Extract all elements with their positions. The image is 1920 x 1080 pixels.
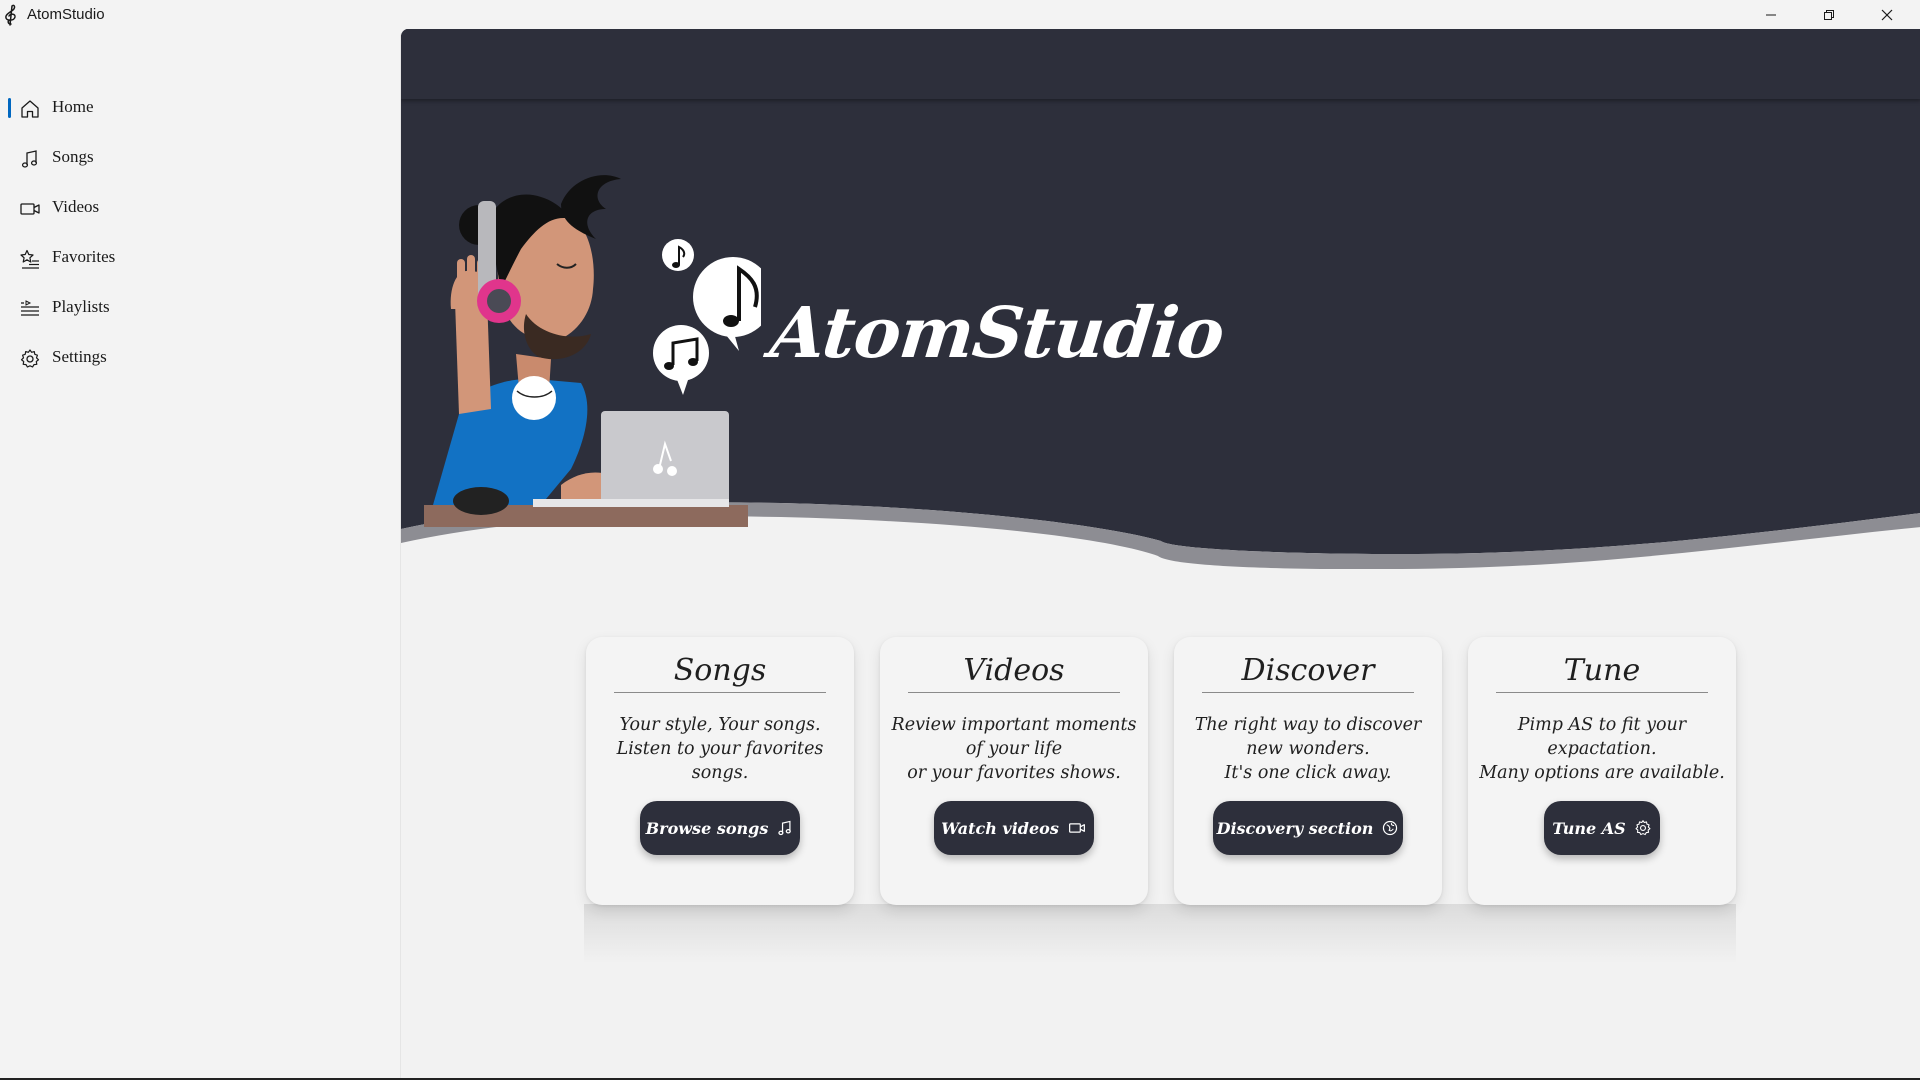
sidebar-item-home[interactable]: Home: [4, 87, 396, 129]
sidebar-item-label: Playlists: [52, 297, 110, 316]
videos-card: Videos Review important moments of your …: [880, 637, 1148, 905]
minimize-button[interactable]: [1742, 0, 1800, 29]
tune-card: Tune Pimp AS to fit your expactation. Ma…: [1468, 637, 1736, 905]
minimize-icon: [1766, 14, 1776, 15]
sidebar-item-songs[interactable]: Songs: [4, 137, 396, 179]
card-title: Songs: [614, 653, 826, 693]
hero-title: AtomStudio: [766, 291, 1228, 374]
main-content: AtomStudio Songs Your style, Your songs.…: [400, 29, 1920, 1080]
sidebar-item-label: Songs: [52, 147, 94, 166]
headphones-person-illustration: [424, 175, 761, 527]
top-bar: [401, 29, 1920, 99]
button-label: Browse songs: [645, 818, 769, 838]
video-camera-icon: [20, 203, 40, 215]
tune-as-button[interactable]: Tune AS: [1544, 801, 1660, 855]
watch-videos-button[interactable]: Watch videos: [934, 801, 1094, 855]
card-title: Discover: [1202, 653, 1414, 693]
feature-cards: Songs Your style, Your songs. Listen to …: [586, 637, 1736, 957]
video-camera-icon: [1068, 823, 1085, 833]
title-bar: AtomStudio: [0, 0, 1920, 29]
sidebar: Home Songs Videos Favorites Playlists Se…: [0, 29, 400, 1080]
sidebar-item-playlists[interactable]: Playlists: [4, 287, 396, 329]
gear-icon: [1635, 820, 1651, 836]
button-label: Watch videos: [941, 818, 1059, 838]
discovery-section-button[interactable]: Discovery section: [1213, 801, 1403, 855]
discover-card: Discover The right way to discover new w…: [1174, 637, 1442, 905]
restore-button[interactable]: [1800, 0, 1858, 29]
compass-globe-icon: [1383, 820, 1398, 836]
card-description: Pimp AS to fit your expactation. Many op…: [1479, 715, 1725, 783]
app-window: AtomStudio Home Songs Videos Favorites P…: [0, 0, 1920, 1080]
sidebar-item-favorites[interactable]: Favorites: [4, 237, 396, 279]
treble-clef-icon: [5, 4, 16, 26]
selection-indicator: [8, 98, 11, 118]
close-button[interactable]: [1858, 0, 1916, 29]
gear-icon: [20, 349, 40, 368]
star-list-icon: [20, 249, 39, 269]
restore-icon: [1824, 9, 1834, 20]
music-note-icon: [21, 150, 38, 168]
close-icon: [1881, 9, 1893, 20]
sidebar-item-settings[interactable]: Settings: [4, 337, 396, 379]
sidebar-item-label: Home: [52, 97, 94, 116]
music-note-icon: [778, 820, 792, 836]
card-description: The right way to discover new wonders. I…: [1194, 715, 1422, 783]
playlist-icon: [21, 300, 39, 316]
button-label: Discovery section: [1216, 818, 1374, 838]
button-label: Tune AS: [1552, 818, 1626, 838]
home-icon: [21, 100, 39, 118]
songs-card: Songs Your style, Your songs. Listen to …: [586, 637, 854, 905]
window-title: AtomStudio: [27, 6, 105, 23]
card-description: Review important moments of your life or…: [891, 715, 1137, 783]
sidebar-item-label: Videos: [52, 197, 100, 216]
card-description: Your style, Your songs. Listen to your f…: [616, 715, 824, 783]
browse-songs-button[interactable]: Browse songs: [640, 801, 800, 855]
card-title: Videos: [908, 653, 1120, 693]
sidebar-item-label: Favorites: [52, 247, 116, 266]
sidebar-item-label: Settings: [52, 347, 107, 366]
sidebar-item-videos[interactable]: Videos: [4, 187, 396, 229]
hero-banner: AtomStudio: [401, 29, 1920, 569]
card-title: Tune: [1496, 653, 1708, 693]
